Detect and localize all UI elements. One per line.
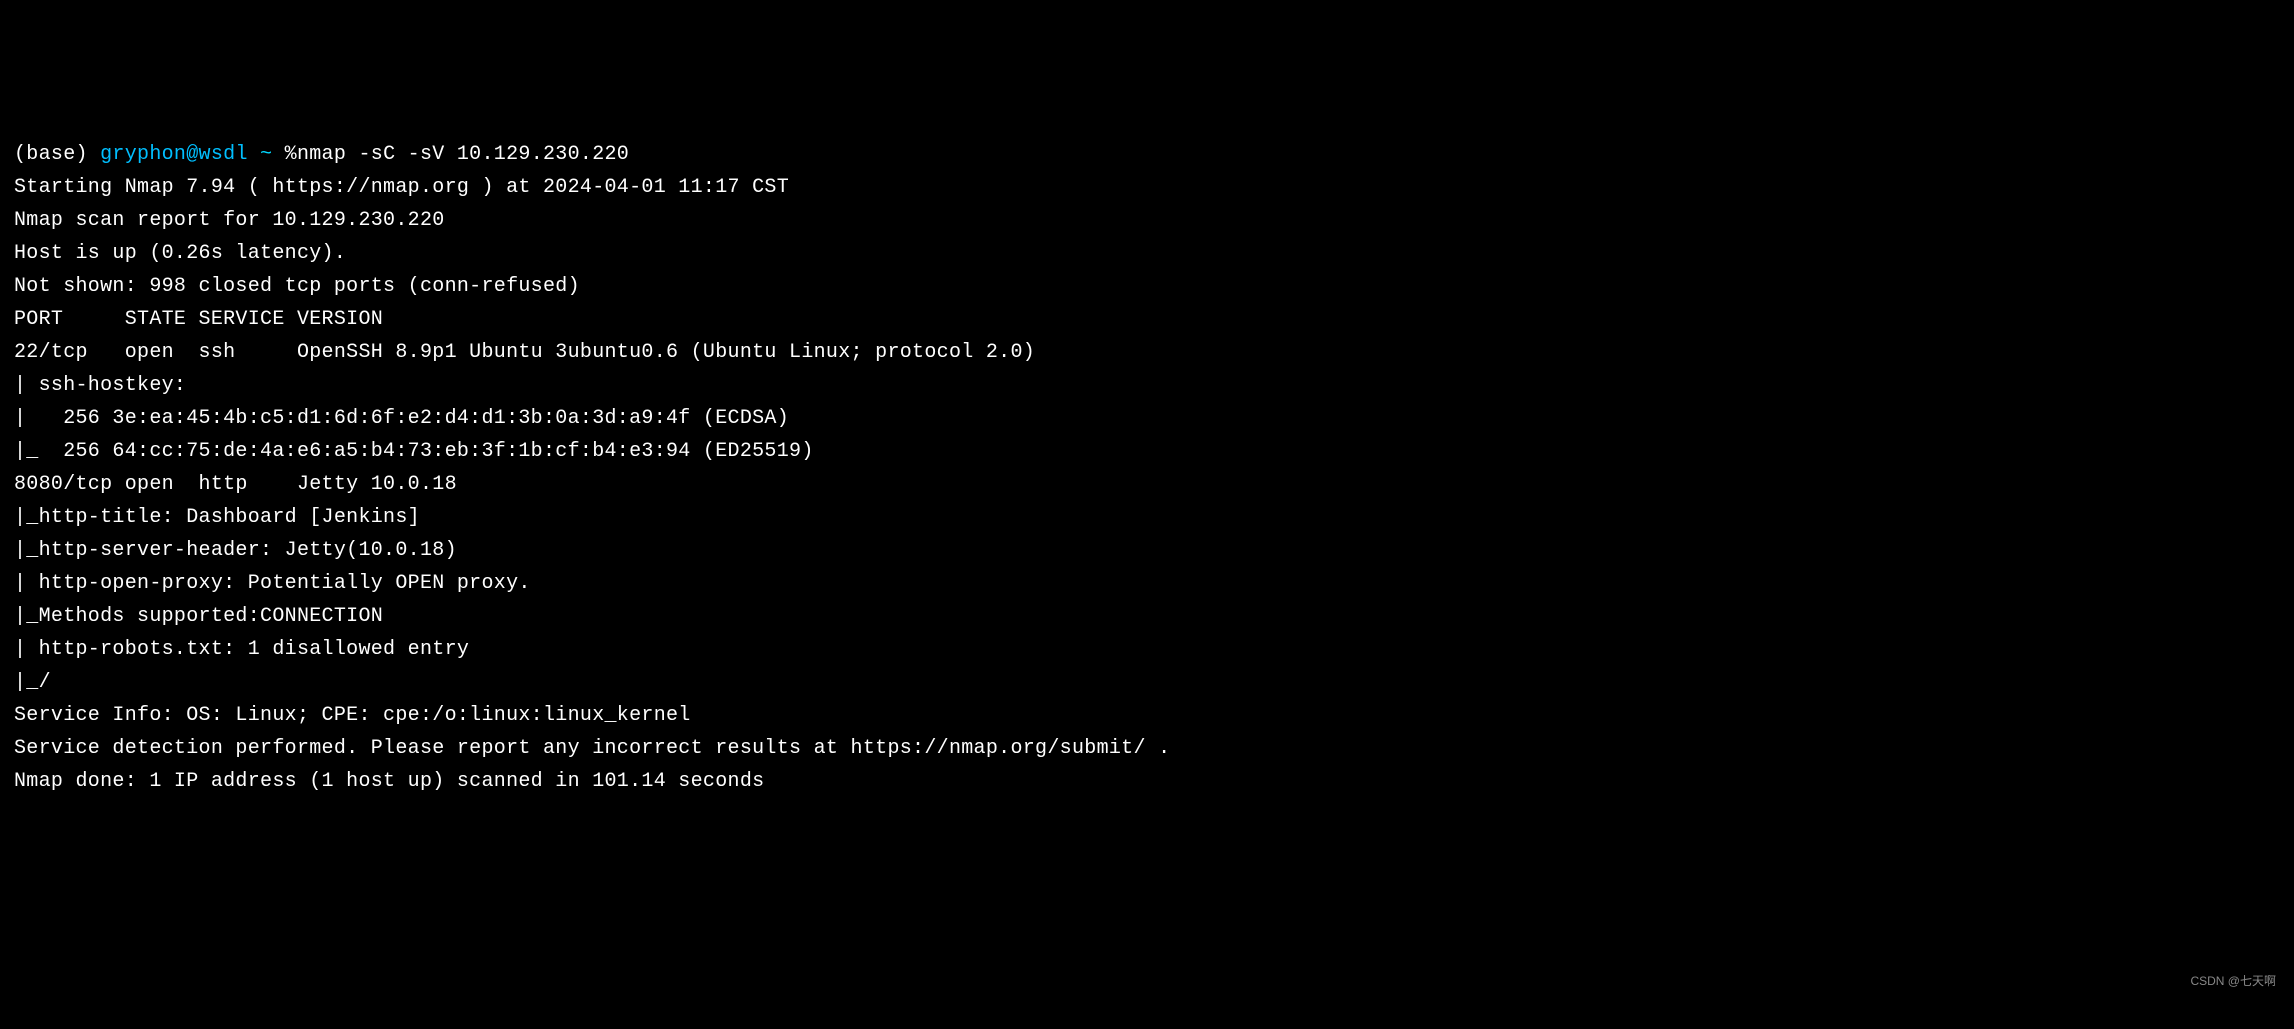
output-line: |_/ [14, 666, 2280, 699]
output-line: Nmap done: 1 IP address (1 host up) scan… [14, 765, 2280, 798]
prompt-line: (base) gryphon@wsdl ~ %nmap -sC -sV 10.1… [14, 138, 2280, 171]
output-line: 8080/tcp open http Jetty 10.0.18 [14, 468, 2280, 501]
output-line: PORT STATE SERVICE VERSION [14, 303, 2280, 336]
output-line: |_Methods supported:CONNECTION [14, 600, 2280, 633]
prompt-user: gryphon@wsdl [100, 143, 248, 166]
output-line: | http-robots.txt: 1 disallowed entry [14, 633, 2280, 666]
output-line: |_http-server-header: Jetty(10.0.18) [14, 534, 2280, 567]
output-line: 22/tcp open ssh OpenSSH 8.9p1 Ubuntu 3ub… [14, 336, 2280, 369]
output-line: |_http-title: Dashboard [Jenkins] [14, 501, 2280, 534]
output-line: |_ 256 64:cc:75:de:4a:e6:a5:b4:73:eb:3f:… [14, 435, 2280, 468]
output-line: Starting Nmap 7.94 ( https://nmap.org ) … [14, 171, 2280, 204]
output-line: | ssh-hostkey: [14, 369, 2280, 402]
command-text: %nmap -sC -sV 10.129.230.220 [285, 143, 629, 166]
terminal-output[interactable]: (base) gryphon@wsdl ~ %nmap -sC -sV 10.1… [14, 138, 2280, 798]
output-line: Nmap scan report for 10.129.230.220 [14, 204, 2280, 237]
output-line: | 256 3e:ea:45:4b:c5:d1:6d:6f:e2:d4:d1:3… [14, 402, 2280, 435]
output-line: | http-open-proxy: Potentially OPEN prox… [14, 567, 2280, 600]
output-line: Host is up (0.26s latency). [14, 237, 2280, 270]
watermark: CSDN @七天啊 [2190, 972, 2276, 992]
output-line: Service Info: OS: Linux; CPE: cpe:/o:lin… [14, 699, 2280, 732]
output-line: Not shown: 998 closed tcp ports (conn-re… [14, 270, 2280, 303]
prompt-tilde: ~ [248, 143, 285, 166]
prompt-env: (base) [14, 143, 100, 166]
output-line: Service detection performed. Please repo… [14, 732, 2280, 765]
